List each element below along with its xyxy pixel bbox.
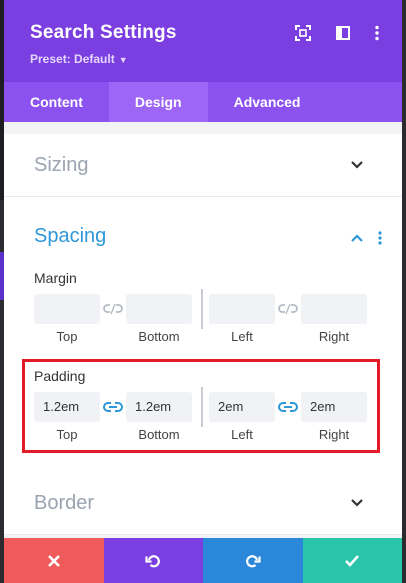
discard-button[interactable]	[4, 538, 104, 583]
margin-top-label: Top	[56, 329, 78, 344]
redo-button[interactable]	[203, 538, 303, 583]
expand-icon[interactable]	[294, 24, 312, 42]
margin-bottom-input[interactable]	[126, 294, 192, 324]
check-icon	[345, 554, 360, 567]
section-spacing-label[interactable]: Spacing	[34, 225, 106, 248]
margin-top-input[interactable]	[34, 294, 100, 324]
section-border[interactable]: Border	[4, 472, 402, 535]
more-vertical-icon[interactable]	[376, 230, 384, 246]
modal-header: Search Settings Preset: Default ▼	[4, 0, 402, 82]
divider	[201, 289, 203, 329]
margin-label: Margin	[34, 270, 77, 286]
margin-right-label: Right	[318, 329, 350, 344]
tab-advanced[interactable]: Advanced	[208, 82, 327, 122]
preset-label: Preset: Default	[30, 52, 115, 66]
preset-selector[interactable]: Preset: Default ▼	[30, 52, 128, 66]
close-icon	[47, 554, 60, 567]
margin-left-label: Left	[231, 329, 253, 344]
action-bar	[4, 538, 402, 583]
redo-icon	[245, 554, 261, 567]
more-vertical-icon[interactable]	[368, 24, 386, 42]
margin-right-input[interactable]	[301, 294, 367, 324]
margin-left-input[interactable]	[209, 294, 275, 324]
tab-design[interactable]: Design	[108, 82, 208, 122]
undo-button[interactable]	[103, 538, 203, 583]
tab-bar: Content Design Advanced	[4, 82, 402, 122]
margin-bottom-label: Bottom	[138, 329, 180, 344]
settings-content: Sizing Spacing Margin Top Bottom Left Ri…	[4, 122, 402, 538]
tab-content[interactable]: Content	[4, 82, 109, 122]
chevron-up-icon[interactable]	[350, 233, 364, 243]
undo-icon	[145, 554, 161, 567]
caret-down-icon: ▼	[118, 55, 128, 65]
section-border-label: Border	[34, 492, 95, 514]
section-sizing[interactable]: Sizing	[4, 134, 402, 197]
settings-modal: Search Settings Preset: Default ▼ Content…	[4, 0, 402, 583]
link-broken-icon[interactable]	[278, 302, 298, 316]
section-sizing-label: Sizing	[34, 154, 89, 176]
chevron-down-icon	[351, 161, 363, 169]
save-button[interactable]	[302, 538, 402, 583]
columns-icon[interactable]	[334, 24, 352, 42]
padding-highlight-box	[22, 359, 380, 453]
chevron-down-icon	[351, 499, 363, 507]
link-broken-icon[interactable]	[103, 302, 123, 316]
modal-title: Search Settings	[30, 22, 177, 43]
